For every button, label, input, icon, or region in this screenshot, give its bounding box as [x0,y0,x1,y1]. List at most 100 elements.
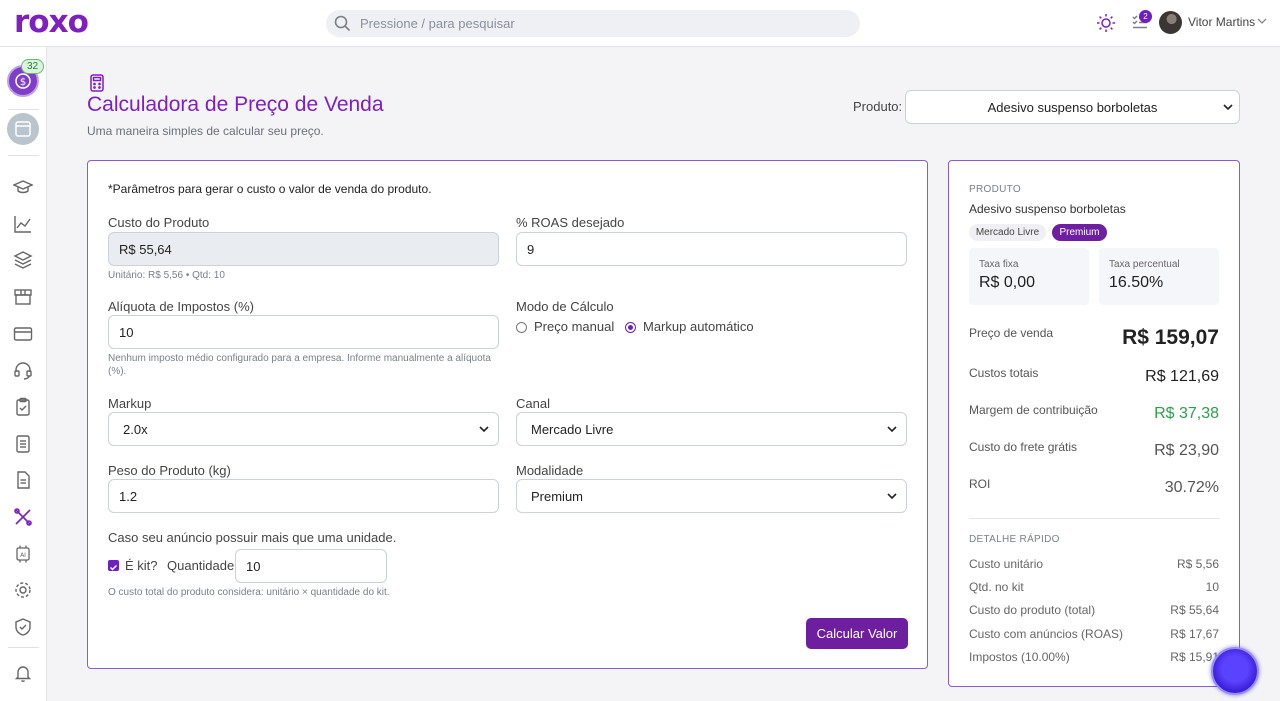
parameters-intro: *Parâmetros para gerar o custo o valor d… [108,182,432,196]
calculator-icon [90,74,104,92]
radio-markup-automatico[interactable] [625,322,636,333]
taxa-percentual-value: 16.50% [1109,274,1164,291]
aliquota-input[interactable]: 10 [108,315,499,349]
search-icon [334,15,351,32]
document-icon[interactable] [13,470,33,490]
detail-label: Impostos (10.00%) [969,650,1070,664]
quantidade-value: 10 [246,559,261,574]
chevron-down-icon[interactable] [1257,18,1267,25]
bell-icon[interactable] [13,663,33,683]
box-icon [15,121,31,137]
product-label: Produto: [853,99,903,114]
canal-select[interactable]: Mercado Livre [516,412,907,446]
markup-label: Markup [108,396,152,411]
top-bar: roxo Pressione / para pesquisar 2 Vitor … [0,0,1280,47]
modalidade-select[interactable]: Premium [516,479,907,513]
detail-label: Custo com anúncios (ROAS) [969,627,1124,641]
peso-label: Peso do Produto (kg) [108,463,231,478]
chevron-down-icon [887,493,897,500]
taxa-percentual-box: Taxa percentual 16.50% [1099,248,1219,305]
chevron-down-icon [1223,104,1233,111]
check-icon [109,564,118,571]
channel-chip: Mercado Livre [969,224,1046,241]
preco-venda-label: Preço de venda [969,326,1054,340]
kit-checkbox[interactable] [108,560,119,571]
peso-input[interactable]: 1.2 [108,479,499,513]
custo-field: R$ 55,64 [108,232,499,266]
radio-markup-automatico-label[interactable]: Markup automático [643,319,754,334]
clipboard-check-icon[interactable] [13,397,33,417]
tasks-badge: 2 [1139,10,1152,23]
radio-preco-manual-label[interactable]: Preço manual [534,319,614,334]
summary-card: PRODUTO Adesivo suspenso borboletas Merc… [948,160,1240,687]
markup-select[interactable]: 2.0x [108,412,499,446]
detail-caption: DETALHE RÁPIDO [969,534,1060,545]
coins-badge: 32 [21,59,44,74]
aliquota-value: 10 [119,325,134,340]
storefront-icon[interactable] [13,287,33,307]
product-select-value: Adesivo suspenso borboletas [987,100,1158,115]
kit-checkbox-label[interactable]: É kit? [125,558,158,573]
calcular-valor-button[interactable]: Calcular Valor [806,618,908,649]
user-name[interactable]: Vitor Martins [1188,15,1255,29]
search-placeholder: Pressione / para pesquisar [360,16,515,31]
detail-label: Custo unitário [969,557,1044,571]
roas-input[interactable]: 9 [516,232,907,266]
sun-icon[interactable] [1096,13,1116,33]
shield-check-icon[interactable] [13,617,33,637]
kit-hint: O custo total do produto considera: unit… [108,587,390,598]
kit-description: Caso seu anúncio possuir mais que uma un… [108,530,397,545]
receipt-icon[interactable] [13,434,33,454]
frete-value: R$ 23,90 [1154,442,1219,459]
modalidade-label: Modalidade [516,463,584,478]
quantidade-input[interactable]: 10 [235,549,387,583]
sidebar: $ 32 AI [0,47,47,701]
margem-label: Margem de contribuição [969,403,1098,417]
layers-icon[interactable] [13,250,33,270]
sidebar-divider [8,155,39,156]
roi-value: 30.72% [1164,479,1219,496]
detail-value: R$ 55,64 [1170,603,1219,617]
detail-label: Qtd. no kit [969,580,1024,594]
summary-divider [969,518,1220,519]
chart-line-icon[interactable] [13,214,33,234]
markup-value: 2.0x [123,422,148,437]
summary-caption: PRODUTO [969,184,1021,195]
detail-value: R$ 5,56 [1176,557,1219,571]
roas-label: % ROAS desejado [516,215,625,230]
radio-preco-manual[interactable] [516,322,527,333]
aliquota-label: Alíquota de Impostos (%) [108,299,254,314]
avatar[interactable] [1159,11,1182,34]
search-input[interactable]: Pressione / para pesquisar [326,10,860,37]
chevron-down-icon [887,426,897,433]
headset-icon[interactable] [13,360,33,380]
page-subtitle: Uma maneira simples de calcular seu preç… [87,124,324,138]
mode-chip: Premium [1052,224,1107,241]
taxa-fixa-box: Taxa fixa R$ 0,00 [969,248,1089,305]
chevron-down-icon [479,426,489,433]
gear-icon[interactable] [13,580,33,600]
svg-text:AI: AI [20,552,26,559]
tools-icon[interactable] [13,507,33,527]
graduation-cap-icon[interactable] [13,177,33,197]
custo-label: Custo do Produto [108,215,210,230]
sidebar-store-button[interactable] [7,113,39,145]
margem-value: R$ 37,38 [1154,405,1219,422]
taxa-fixa-label: Taxa fixa [979,259,1019,270]
svg-text:$: $ [20,77,26,88]
product-select[interactable]: Adesivo suspenso borboletas [905,90,1240,124]
modo-label: Modo de Cálculo [516,299,614,314]
summary-product-name: Adesivo suspenso borboletas [969,202,1126,216]
app-logo[interactable]: roxo [14,4,89,40]
peso-value: 1.2 [119,489,138,504]
roi-label: ROI [969,477,991,491]
credit-card-icon[interactable] [13,324,33,344]
taxa-percentual-label: Taxa percentual [1109,259,1180,270]
sidebar-divider [8,109,39,110]
ai-chip-icon[interactable]: AI [13,544,33,564]
aliquota-hint: Nenhum imposto médio configurado para a … [108,353,491,377]
preco-venda-value: R$ 159,07 [1122,326,1219,349]
assistant-fab-button[interactable] [1211,647,1259,695]
detail-value: 10 [1205,580,1219,594]
frete-label: Custo do frete grátis [969,440,1078,454]
